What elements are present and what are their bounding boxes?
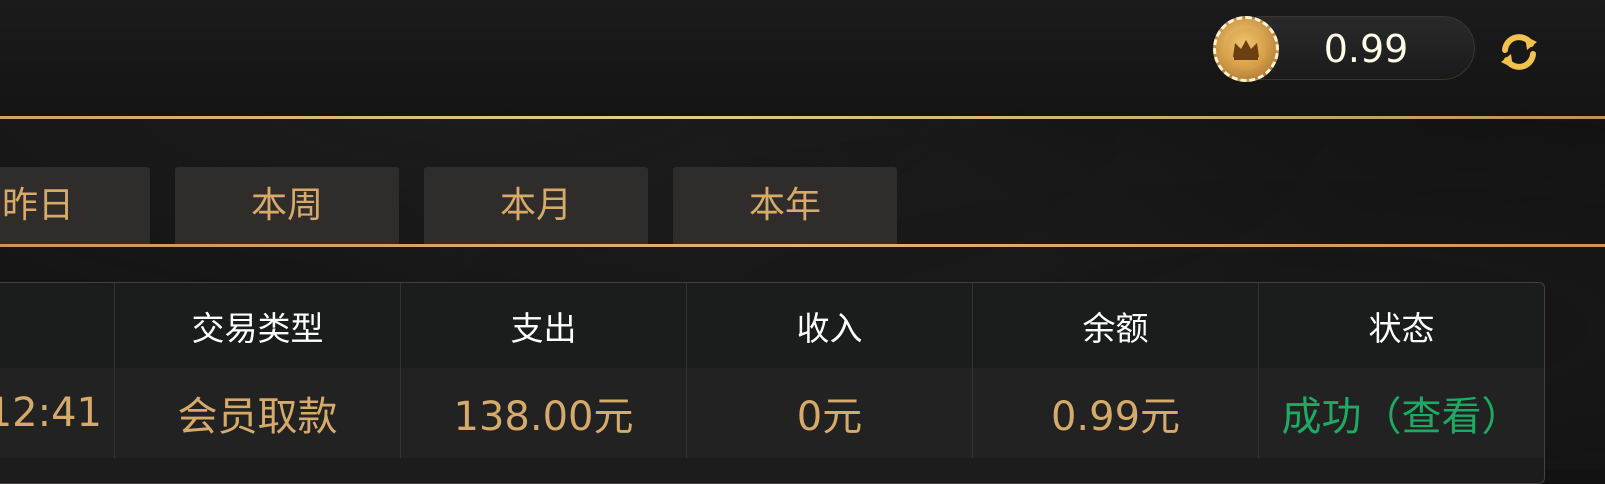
cell-expense: 138.00元: [400, 368, 686, 458]
balance-value: 0.99: [1323, 27, 1409, 71]
table-header-row: 交易类型 支出 收入 余额 状态: [0, 283, 1544, 368]
cell-type: 会员取款: [114, 368, 400, 458]
column-header-balance: 余额: [972, 283, 1258, 368]
cell-time: 12:41: [0, 390, 102, 436]
tabs-divider: [0, 244, 1605, 247]
status-view-link[interactable]: 成功（查看）: [1258, 368, 1544, 458]
tab-this-month[interactable]: 本月: [424, 167, 648, 245]
column-header-income: 收入: [686, 283, 972, 368]
column-header-expense: 支出: [400, 283, 686, 368]
tab-yesterday[interactable]: 昨日: [0, 167, 150, 245]
top-bar: 0.99: [0, 0, 1605, 117]
column-header-status: 状态: [1258, 283, 1544, 368]
cell-income: 0元: [686, 368, 972, 458]
transaction-table: 交易类型 支出 收入 余额 状态 12:41 会员取款 138.00元 0元 0…: [0, 282, 1545, 484]
tab-this-year[interactable]: 本年: [673, 167, 897, 245]
crown-coin-icon: [1213, 16, 1279, 82]
column-header-type: 交易类型: [114, 283, 400, 368]
refresh-icon[interactable]: [1495, 28, 1543, 76]
tab-this-week[interactable]: 本周: [175, 167, 399, 245]
cell-balance: 0.99元: [972, 368, 1258, 458]
column-header-time: [0, 283, 114, 368]
table-row: 12:41 会员取款 138.00元 0元 0.99元 成功（查看）: [0, 368, 1544, 458]
header-divider: [0, 116, 1605, 119]
